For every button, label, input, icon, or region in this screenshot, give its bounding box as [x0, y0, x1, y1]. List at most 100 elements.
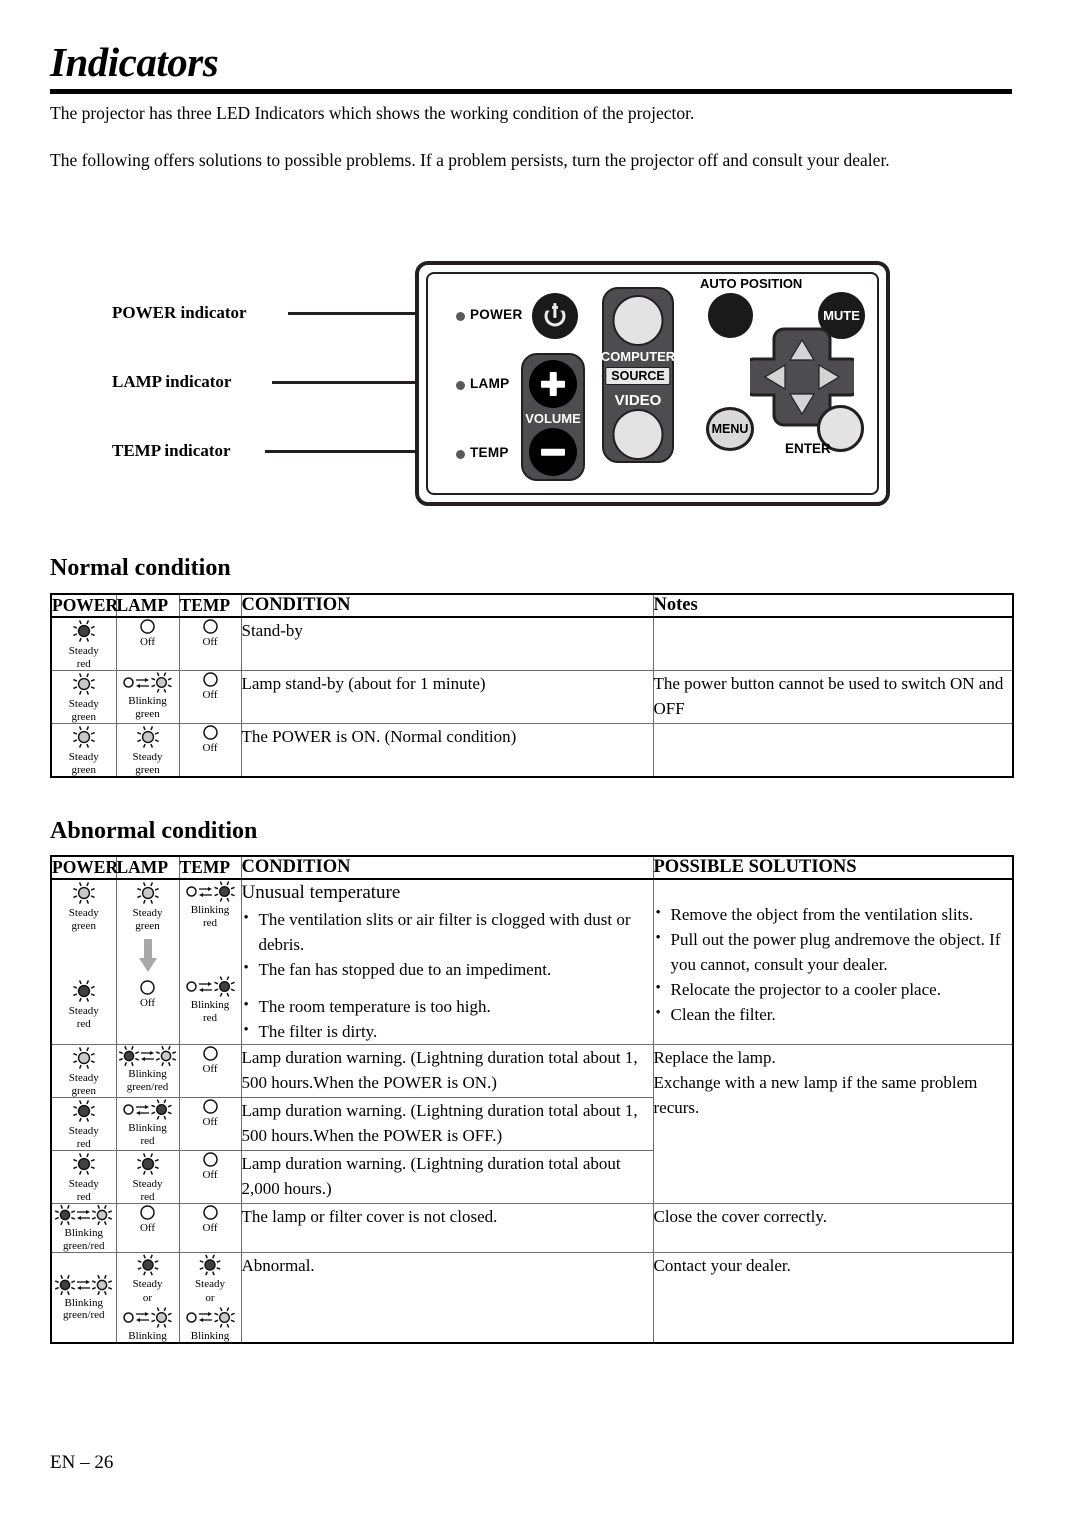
cell-power: Steady green	[50, 1044, 117, 1098]
list-item: Relocate the projector to a cooler place…	[654, 976, 1013, 1002]
volume-down-button[interactable]	[529, 428, 577, 476]
indicator-state-top: Steady green	[117, 880, 179, 932]
indicator-state: Blinking green	[117, 671, 179, 720]
cell-condition: Stand-by	[240, 616, 654, 671]
cell-power: Steady green	[50, 670, 117, 724]
table-row: Steady green Blinking green Off Lamp stand…	[50, 670, 1014, 724]
indicator-state: Off	[180, 1098, 241, 1129]
list-item: Remove the object from the ventilation s…	[654, 901, 1013, 927]
cell-lamp: Blinking green	[115, 670, 180, 724]
cell-condition: Lamp duration warning. (Lightning durati…	[240, 1150, 654, 1204]
video-label: VIDEO	[614, 392, 662, 409]
indicator-state: Blinking green/red	[117, 1045, 179, 1093]
header-power: POWER	[50, 593, 119, 618]
table-row: Steady green Steady green Off The POWER is…	[50, 723, 1014, 778]
cell-condition: Lamp stand-by (about for 1 minute)	[240, 670, 654, 724]
indicator-state: Blinking green/red	[52, 1274, 116, 1322]
table-row: Steady green Blinking green/red Off Lamp d…	[50, 1044, 1014, 1204]
indicator-state-bottom: Off	[117, 979, 179, 1010]
indicator-state: Off	[180, 1204, 241, 1235]
cell-condition: Lamp duration warning. (Lightning durati…	[240, 1097, 654, 1151]
lamp-led-label: LAMP	[470, 376, 510, 391]
table-row: Blinking green/red Off Off The lamp or fi…	[50, 1203, 1014, 1253]
auto-position-label: AUTO POSITION	[700, 276, 803, 291]
plus-icon-v	[549, 372, 557, 396]
solution-bullets: Remove the object from the ventilation s…	[654, 901, 1013, 1027]
abnormal-condition-heading: Abnormal condition	[50, 818, 258, 844]
indicator-state: Off	[180, 1151, 241, 1182]
cell-condition: Abnormal.	[240, 1252, 654, 1344]
label-temp-indicator: TEMP indicator	[112, 441, 231, 460]
cell-temp: Off	[178, 723, 242, 778]
cell-notes: The power button cannot be used to switc…	[652, 670, 1014, 724]
power-button[interactable]	[532, 293, 578, 339]
indicator-state: Blinking green/red	[52, 1204, 116, 1252]
indicator-state: Steady or Blinking	[180, 1253, 241, 1342]
video-button[interactable]	[612, 409, 664, 460]
cell-notes	[652, 723, 1014, 778]
list-item: Pull out the power plug andremove the ob…	[654, 926, 1013, 977]
indicator-state: Off	[180, 724, 241, 755]
intro-paragraph-1: The projector has three LED Indicators w…	[50, 103, 695, 123]
source-button-group: COMPUTER SOURCE VIDEO	[601, 287, 675, 463]
indicator-state-bottom: Blinking red	[180, 975, 241, 1024]
label-power-indicator: POWER indicator	[112, 303, 247, 322]
indicator-state: Off	[180, 618, 241, 649]
indicator-state-bottom: Steady red	[52, 978, 116, 1030]
table-row: Blinking green/red Steady or Blinking Ste…	[50, 1252, 1014, 1344]
volume-button-group: VOLUME	[521, 353, 585, 481]
cell-solutions: Remove the object from the ventilation s…	[652, 878, 1014, 1045]
transition-arrow-icon	[117, 939, 179, 973]
cell-power: Steady red	[50, 1097, 117, 1151]
label-lamp-indicator: LAMP indicator	[112, 372, 232, 391]
list-item: The filter is dirty.	[242, 1018, 653, 1044]
header-solutions: POSSIBLE SOLUTIONS	[652, 855, 1014, 880]
menu-button[interactable]: MENU	[706, 407, 754, 451]
list-item: The fan has stopped due to an impediment…	[242, 956, 653, 982]
condition-bullets-top: The ventilation slits or air filter is c…	[242, 906, 653, 982]
cell-notes	[652, 616, 1014, 671]
indicator-state: Steady green	[52, 671, 116, 723]
list-item: The room temperature is too high.	[242, 993, 653, 1019]
indicator-state-top: Blinking red	[180, 880, 241, 929]
page-footer: EN – 26	[50, 1452, 114, 1473]
computer-button[interactable]	[612, 295, 664, 346]
cell-temp: Off	[178, 1203, 242, 1253]
lamp-led-dot	[456, 381, 465, 390]
indicator-state: Steady red	[117, 1151, 179, 1203]
indicator-state: Off	[117, 1204, 179, 1235]
cell-solutions: Contact your dealer.	[652, 1252, 1014, 1344]
title-rule	[50, 89, 1012, 94]
header-condition: CONDITION	[240, 855, 654, 880]
header-lamp: LAMP	[115, 593, 180, 618]
power-icon-bar	[553, 303, 557, 319]
cell-condition: Lamp duration warning. (Lightning durati…	[240, 1044, 654, 1098]
table-row: Steadygreen Steadyred Steadygreen Off	[50, 878, 1014, 1045]
volume-up-button[interactable]	[529, 360, 577, 408]
cell-temp: Steady or Blinking	[178, 1252, 242, 1344]
cell-power: Blinking green/red	[50, 1252, 117, 1344]
condition-bullets-bottom: The room temperature is too high.The fil…	[242, 993, 653, 1044]
cell-condition: The lamp or filter cover is not closed.	[240, 1203, 654, 1253]
indicator-state: Blinking red	[117, 1098, 179, 1147]
power-led-dot	[456, 312, 465, 321]
cell-power: Steady green	[50, 723, 117, 778]
cell-lamp: Steady red	[115, 1150, 180, 1204]
auto-position-button[interactable]	[708, 293, 753, 338]
indicator-state-top: Steady green	[52, 880, 116, 932]
page-title: Indicators	[50, 39, 219, 85]
cell-power: Steady red	[50, 616, 117, 671]
indicator-state: Off	[180, 671, 241, 702]
table-header-row: POWER LAMP TEMP CONDITION Notes	[50, 593, 1014, 618]
indicator-state: Steady green	[117, 724, 179, 776]
cell-lamp: Blinking green/red	[115, 1044, 180, 1098]
cell-solutions: Close the cover correctly.	[652, 1203, 1014, 1253]
temp-led-dot	[456, 450, 465, 459]
temp-led-label: TEMP	[470, 445, 509, 460]
cell-power: Steady green Steady red	[50, 878, 117, 1045]
cell-lamp: Steady green Off	[115, 878, 180, 1045]
source-label-chip: SOURCE	[605, 367, 671, 385]
control-panel-diagram: POWER indicator LAMP indicator TEMP indi…	[50, 255, 1010, 520]
header-power: POWER	[50, 855, 119, 880]
cell-temp: Blinking red Blinking red	[178, 878, 242, 1045]
